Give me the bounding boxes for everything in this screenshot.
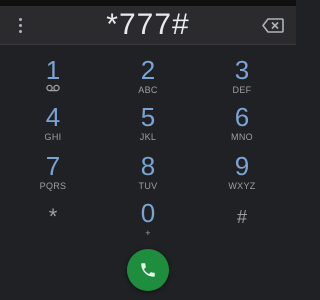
key-digit: *: [48, 204, 58, 229]
dial-key-hash[interactable]: #: [197, 202, 287, 248]
divider: [0, 44, 296, 45]
key-letters: ABC: [138, 85, 158, 95]
key-letters: PQRS: [39, 181, 67, 191]
dial-key-2[interactable]: 2 ABC: [103, 57, 193, 103]
dial-key-0[interactable]: 0 +: [103, 200, 193, 246]
key-digit: 1: [45, 55, 61, 85]
key-digit: 4: [45, 102, 61, 132]
backspace-icon[interactable]: [262, 18, 284, 33]
dial-key-1[interactable]: 1: [8, 57, 98, 103]
dial-key-9[interactable]: 9 WXYZ: [197, 153, 287, 199]
key-digit: 6: [234, 102, 250, 132]
number-entry-bar: *777#: [0, 6, 296, 44]
dialed-number[interactable]: *777#: [60, 9, 236, 41]
more-vert-icon[interactable]: [14, 15, 28, 35]
key-digit: 5: [140, 102, 156, 132]
key-digit: 2: [140, 55, 156, 85]
key-letters: +: [145, 228, 151, 238]
key-letters: JKL: [139, 132, 157, 142]
key-digit: #: [236, 207, 247, 227]
key-digit: 3: [234, 55, 250, 85]
key-letters: WXYZ: [228, 181, 256, 191]
dial-key-6[interactable]: 6 MNO: [197, 104, 287, 150]
dial-key-7[interactable]: 7 PQRS: [8, 153, 98, 199]
key-letters: DEF: [232, 85, 252, 95]
call-button[interactable]: [127, 249, 169, 291]
phone-icon: [141, 263, 155, 277]
dial-key-8[interactable]: 8 TUV: [103, 153, 193, 199]
key-letters: TUV: [138, 181, 158, 191]
key-digit: 8: [140, 151, 156, 181]
key-digit: 0: [140, 198, 156, 228]
voicemail-icon: [46, 84, 60, 92]
dial-key-4[interactable]: 4 GHI: [8, 104, 98, 150]
key-letters: GHI: [44, 132, 62, 142]
key-digit: 7: [45, 151, 61, 181]
key-letters: MNO: [231, 132, 253, 142]
dial-key-star[interactable]: *: [8, 202, 98, 248]
dial-key-3[interactable]: 3 DEF: [197, 57, 287, 103]
key-digit: 9: [234, 151, 250, 181]
dial-key-5[interactable]: 5 JKL: [103, 104, 193, 150]
